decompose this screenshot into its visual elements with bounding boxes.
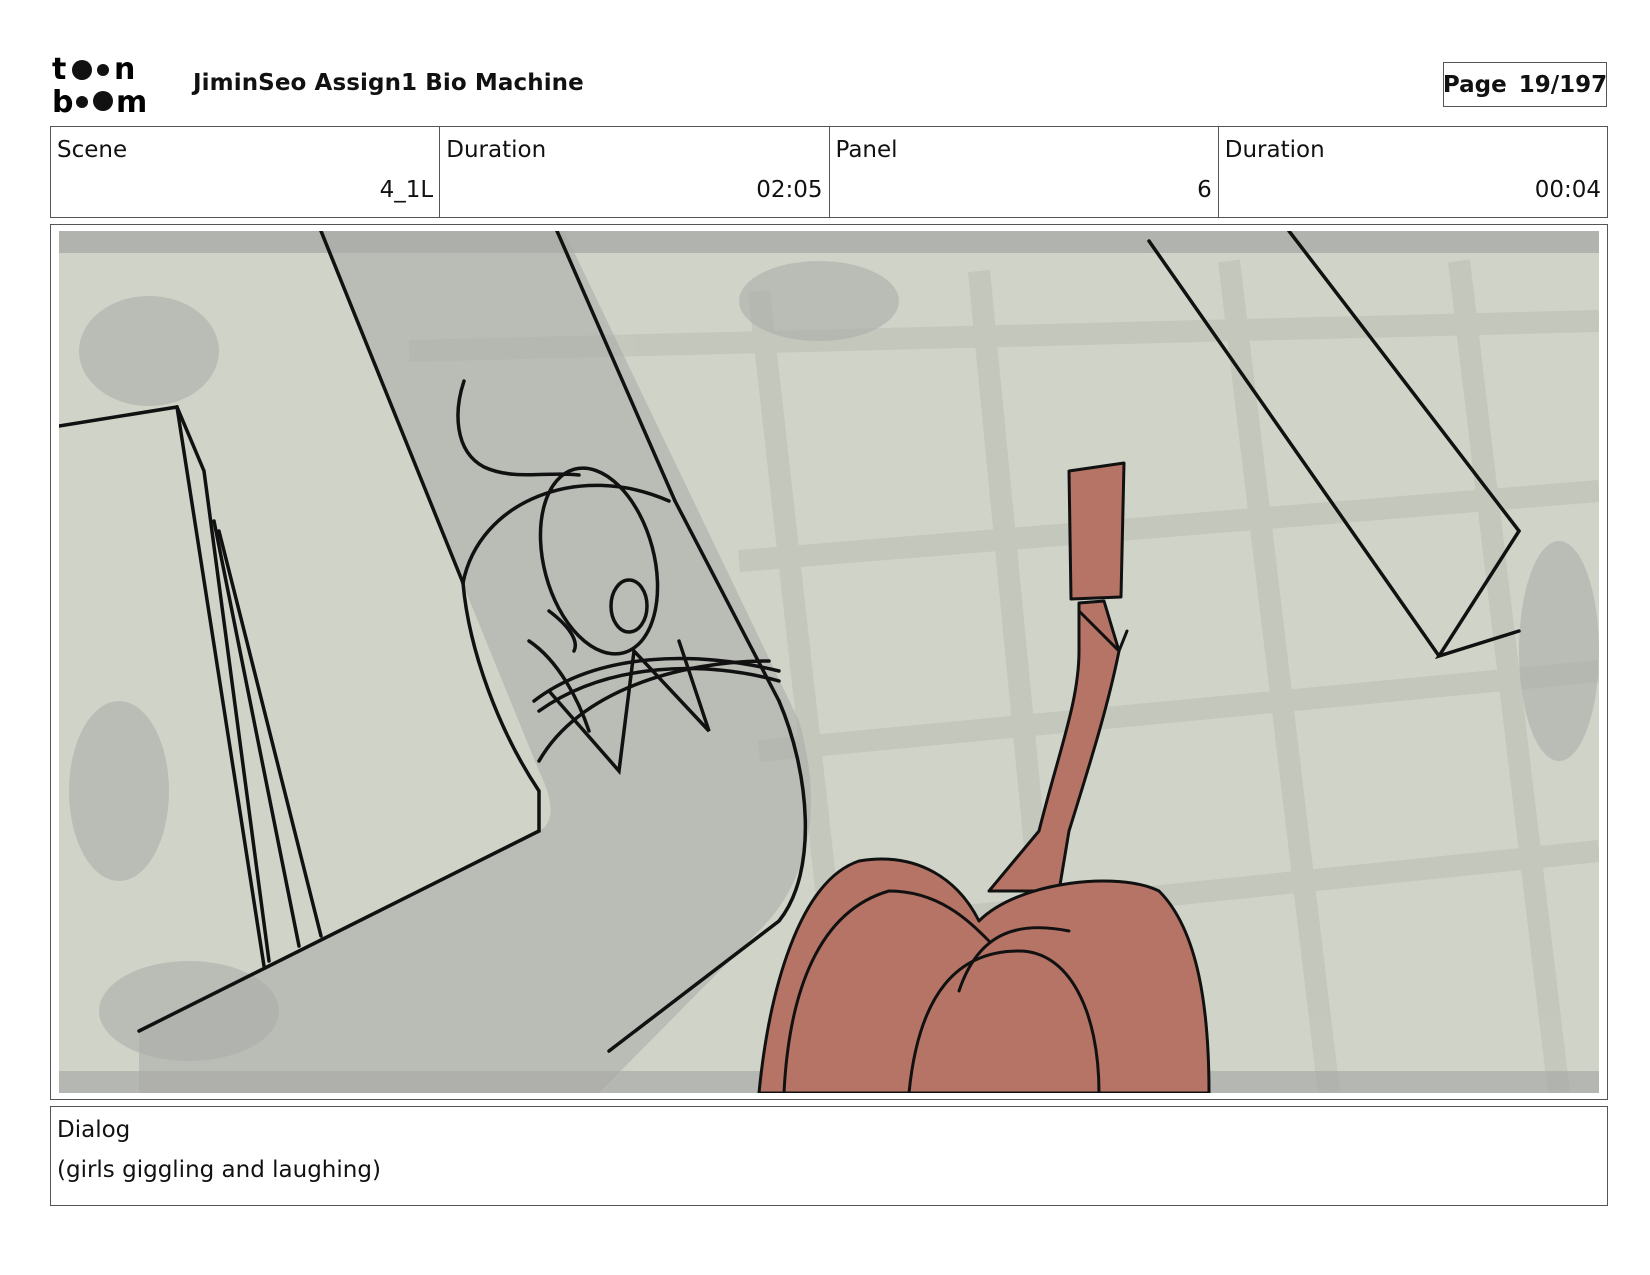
dialog-label: Dialog (57, 1117, 131, 1143)
svg-text:n: n (114, 52, 135, 87)
scene-cell: Scene 4_1L (51, 127, 441, 217)
panel-value: 6 (1197, 177, 1212, 203)
svg-text:b: b (52, 85, 73, 114)
panel-label: Panel (835, 137, 898, 163)
panel-duration-label: Duration (1224, 137, 1325, 163)
panel-duration-cell: Duration 00:04 (1219, 127, 1607, 217)
page-indicator: Page 19/197 (1443, 62, 1607, 107)
panel-duration-value: 00:04 (1534, 177, 1601, 203)
project-title: JiminSeo Assign1 Bio Machine (193, 70, 584, 96)
dialog-section: Dialog (girls giggling and laughing) (50, 1106, 1608, 1206)
dialog-text: (girls giggling and laughing) (57, 1157, 381, 1183)
toonboom-logo: t n b m (52, 52, 147, 114)
svg-text:t: t (52, 52, 66, 87)
page-label: Page (1442, 71, 1507, 98)
scene-label: Scene (57, 137, 128, 163)
scene-duration-cell: Duration 02:05 (440, 127, 830, 217)
scene-duration-value: 02:05 (756, 177, 823, 203)
scene-duration-label: Duration (446, 137, 547, 163)
storyboard-panel (50, 224, 1608, 1100)
panel-cell: Panel 6 (830, 127, 1219, 217)
panel-sketch (59, 231, 1599, 1093)
svg-text:m: m (116, 85, 147, 114)
page-number: 19/197 (1518, 71, 1608, 98)
panel-info-row: Scene 4_1L Duration 02:05 Panel 6 Durati… (50, 126, 1608, 218)
scene-value: 4_1L (379, 177, 434, 203)
